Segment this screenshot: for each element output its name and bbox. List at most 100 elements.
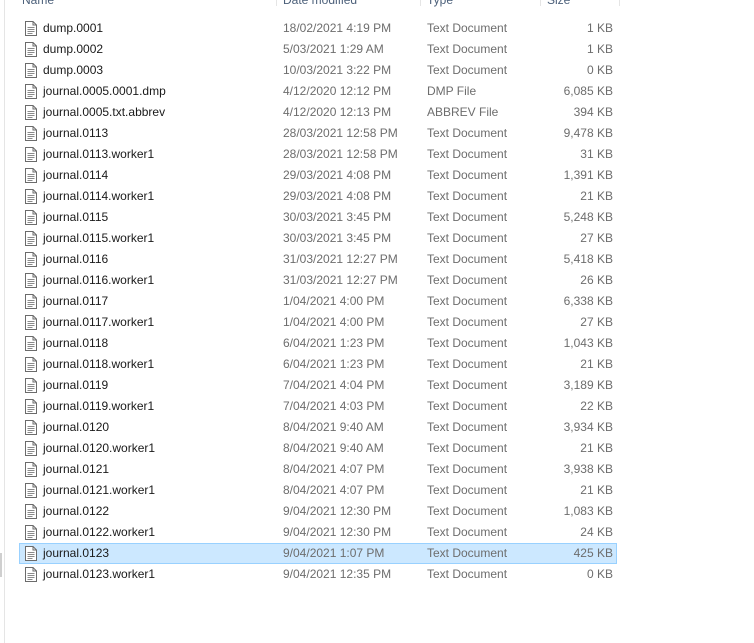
file-date-modified: 30/03/2021 3:45 PM <box>283 210 392 224</box>
column-header-type[interactable]: Type <box>427 0 453 8</box>
file-row[interactable]: journal.0113.worker1 28/03/2021 12:58 PM T… <box>19 144 617 165</box>
file-type: Text Document <box>427 42 508 56</box>
file-type: Text Document <box>427 441 508 455</box>
document-icon <box>25 525 37 540</box>
file-name: dump.0002 <box>43 42 104 56</box>
file-date-modified: 30/03/2021 3:45 PM <box>283 231 392 245</box>
file-type: Text Document <box>427 483 508 497</box>
file-type: Text Document <box>427 546 508 560</box>
file-date-modified: 18/02/2021 4:19 PM <box>283 21 392 35</box>
file-row[interactable]: journal.0119 7/04/2021 4:04 PM Text Docume… <box>19 375 617 396</box>
file-row[interactable]: journal.0117 1/04/2021 4:00 PM Text Docume… <box>19 291 617 312</box>
file-row[interactable]: dump.0002 5/03/2021 1:29 AM Text Document 1… <box>19 39 617 60</box>
document-icon <box>25 399 37 414</box>
file-size: 21 KB <box>580 483 613 497</box>
file-row[interactable]: journal.0120.worker1 8/04/2021 9:40 AM Tex… <box>19 438 617 459</box>
file-row[interactable]: journal.0114 29/03/2021 4:08 PM Text Docum… <box>19 165 617 186</box>
file-row[interactable]: journal.0121.worker1 8/04/2021 4:07 PM Tex… <box>19 480 617 501</box>
column-header-size[interactable]: Size <box>547 0 570 8</box>
file-type: Text Document <box>427 336 508 350</box>
file-name: journal.0117.worker1 <box>43 315 155 329</box>
file-date-modified: 5/03/2021 1:29 AM <box>283 42 384 56</box>
file-type: Text Document <box>427 147 508 161</box>
file-name: journal.0114 <box>43 168 109 182</box>
file-date-modified: 6/04/2021 1:23 PM <box>283 357 385 371</box>
file-type: Text Document <box>427 462 508 476</box>
file-name: journal.0121.worker1 <box>43 483 156 497</box>
file-size: 21 KB <box>580 441 613 455</box>
document-icon <box>25 567 37 582</box>
file-row[interactable]: journal.0118.worker1 6/04/2021 1:23 PM Tex… <box>19 354 617 375</box>
file-row[interactable]: journal.0114.worker1 29/03/2021 4:08 PM Te… <box>19 186 617 207</box>
file-row[interactable]: dump.0001 18/02/2021 4:19 PM Text Document… <box>19 18 617 39</box>
document-icon <box>25 315 37 330</box>
file-row[interactable]: journal.0121 8/04/2021 4:07 PM Text Docume… <box>19 459 617 480</box>
file-row[interactable]: journal.0117.worker1 1/04/2021 4:00 PM Tex… <box>19 312 617 333</box>
file-size: 1 KB <box>586 42 613 56</box>
file-size: 6,338 KB <box>563 294 613 308</box>
file-name: journal.0005.0001.dmp <box>43 84 166 98</box>
file-row[interactable]: dump.0003 10/03/2021 3:22 PM Text Document… <box>19 60 617 81</box>
document-icon <box>25 441 37 456</box>
document-icon <box>25 462 37 477</box>
document-icon <box>25 231 37 246</box>
file-size: 3,934 KB <box>563 420 613 434</box>
file-size: 9,478 KB <box>563 126 613 140</box>
file-date-modified: 1/04/2021 4:00 PM <box>283 294 385 308</box>
file-name: journal.0123.worker1 <box>43 567 156 581</box>
file-row[interactable]: journal.0118 6/04/2021 1:23 PM Text Docume… <box>19 333 617 354</box>
document-icon <box>25 294 37 309</box>
file-name: journal.0113 <box>43 126 109 140</box>
file-row[interactable]: journal.0122 9/04/2021 12:30 PM Text Docum… <box>19 501 617 522</box>
file-row[interactable]: journal.0005.0001.dmp 4/12/2020 12:12 PM D… <box>19 81 617 102</box>
file-type: Text Document <box>427 231 508 245</box>
file-name: journal.0118.worker1 <box>43 357 155 371</box>
column-divider[interactable] <box>540 0 541 6</box>
file-size: 5,248 KB <box>563 210 613 224</box>
file-name: journal.0122 <box>43 504 110 518</box>
column-header-name[interactable]: Name <box>22 0 54 8</box>
file-row[interactable]: journal.0115 30/03/2021 3:45 PM Text Docum… <box>19 207 617 228</box>
file-size: 26 KB <box>580 273 613 287</box>
column-header-date[interactable]: Date modified <box>283 0 357 8</box>
column-divider[interactable] <box>276 0 277 6</box>
file-name: journal.0115 <box>43 210 109 224</box>
file-type: Text Document <box>427 504 508 518</box>
file-size: 0 KB <box>586 63 613 77</box>
file-row[interactable]: journal.0120 8/04/2021 9:40 AM Text Docume… <box>19 417 617 438</box>
file-size: 1,083 KB <box>563 504 613 518</box>
file-row[interactable]: journal.0123 9/04/2021 1:07 PM Text Docume… <box>19 543 617 564</box>
file-date-modified: 8/04/2021 4:07 PM <box>283 462 385 476</box>
file-row[interactable]: journal.0116.worker1 31/03/2021 12:27 PM T… <box>19 270 617 291</box>
file-row[interactable]: journal.0113 28/03/2021 12:58 PM Text Docu… <box>19 123 617 144</box>
column-header-row: Name Date modified Type Size <box>0 0 620 8</box>
pane-border <box>4 0 5 643</box>
document-icon <box>25 84 37 99</box>
file-date-modified: 9/04/2021 12:35 PM <box>283 567 392 581</box>
column-divider[interactable] <box>420 0 421 6</box>
document-icon <box>25 357 37 372</box>
file-row[interactable]: journal.0116 31/03/2021 12:27 PM Text Docu… <box>19 249 617 270</box>
file-row[interactable]: journal.0122.worker1 9/04/2021 12:30 PM Te… <box>19 522 617 543</box>
file-name: journal.0116.worker1 <box>43 273 155 287</box>
document-icon <box>25 273 37 288</box>
file-date-modified: 10/03/2021 3:22 PM <box>283 63 392 77</box>
document-icon <box>25 378 37 393</box>
file-row[interactable]: journal.0119.worker1 7/04/2021 4:03 PM Tex… <box>19 396 617 417</box>
file-size: 1 KB <box>586 21 613 35</box>
file-size: 3,938 KB <box>563 462 613 476</box>
file-row[interactable]: journal.0115.worker1 30/03/2021 3:45 PM Te… <box>19 228 617 249</box>
column-divider[interactable] <box>619 0 620 6</box>
file-date-modified: 9/04/2021 1:07 PM <box>283 546 385 560</box>
file-size: 27 KB <box>580 315 613 329</box>
file-row[interactable]: journal.0123.worker1 9/04/2021 12:35 PM Te… <box>19 564 617 585</box>
document-icon <box>25 210 37 225</box>
file-date-modified: 1/04/2021 4:00 PM <box>283 315 385 329</box>
file-type: Text Document <box>427 189 508 203</box>
file-row[interactable]: journal.0005.txt.abbrev 4/12/2020 12:13 P… <box>19 102 617 123</box>
document-icon <box>25 483 37 498</box>
file-size: 22 KB <box>580 399 613 413</box>
file-name: journal.0120.worker1 <box>43 441 156 455</box>
document-icon <box>25 63 37 78</box>
file-date-modified: 29/03/2021 4:08 PM <box>283 189 392 203</box>
